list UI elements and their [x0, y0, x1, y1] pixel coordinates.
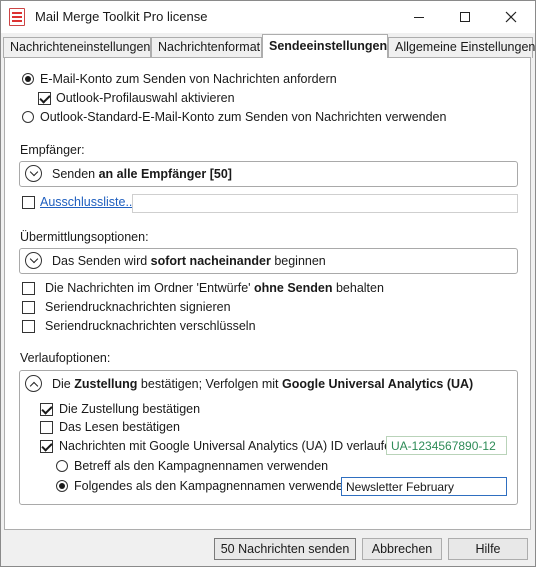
window-title: Mail Merge Toolkit Pro license	[35, 9, 208, 24]
delivery-summary-prefix: Das Senden wird	[52, 254, 151, 268]
maximize-icon	[460, 12, 470, 22]
profile-selection-checkbox[interactable]	[38, 92, 51, 105]
exclude-list-field[interactable]	[132, 194, 518, 213]
recipients-expand-button[interactable]	[25, 165, 42, 182]
close-icon	[505, 11, 517, 23]
chevron-down-icon	[29, 254, 38, 263]
dialog-window: Mail Merge Toolkit Pro license Nachricht…	[0, 0, 536, 567]
app-icon	[9, 8, 25, 26]
confirm-read-label: Das Lesen bestätigen	[59, 420, 180, 434]
tracking-heading: Verlaufoptionen:	[20, 351, 111, 365]
exclude-list-link[interactable]: Ausschlussliste...	[40, 195, 136, 209]
help-button[interactable]: Hilfe	[448, 538, 528, 560]
recipients-summary: Senden an alle Empfänger [50]	[52, 167, 232, 181]
cancel-button[interactable]: Abbrechen	[362, 538, 442, 560]
recipients-summary-prefix: Senden	[52, 167, 99, 181]
campaign-custom-radio[interactable]	[56, 480, 68, 492]
minimize-icon	[414, 16, 424, 18]
delivery-summary-suffix: beginnen	[270, 254, 326, 268]
tab-allgemeine-einstellungen[interactable]: Allgemeine Einstellungen	[388, 37, 535, 58]
tracking-summary-b1: Zustellung	[74, 377, 138, 391]
tracking-summary-b2: Google Universal Analytics (UA)	[281, 377, 474, 391]
keep-drafts-label: Die Nachrichten im Ordner 'Entwürfe' ohn…	[45, 281, 384, 295]
exclude-list-checkbox[interactable]	[22, 196, 35, 209]
delivery-heading: Übermittlungsoptionen:	[20, 230, 149, 244]
recipients-heading: Empfänger:	[20, 143, 85, 157]
campaign-custom-label: Folgendes als den Kampagnennamen verwend…	[74, 479, 354, 493]
maximize-button[interactable]	[442, 1, 488, 33]
send-messages-button[interactable]: 50 Nachrichten senden	[214, 538, 356, 560]
campaign-subject-radio[interactable]	[56, 460, 68, 472]
sign-label: Seriendrucknachrichten signieren	[45, 300, 231, 314]
default-account-radio[interactable]	[22, 111, 34, 123]
delivery-expand-button[interactable]	[25, 252, 42, 269]
sign-checkbox[interactable]	[22, 301, 35, 314]
tab-sendeeinstellungen[interactable]: Sendeeinstellungen	[262, 34, 388, 58]
tracking-collapse-button[interactable]	[25, 375, 42, 392]
default-account-label: Outlook-Standard-E-Mail-Konto zum Senden…	[40, 110, 447, 124]
profile-selection-label: Outlook-Profilauswahl aktivieren	[56, 91, 235, 105]
tracking-summary-p2: bestätigen; Verfolgen mit	[137, 377, 282, 391]
confirm-read-checkbox[interactable]	[40, 421, 53, 434]
ga-tracking-label: Nachrichten mit Google Universal Analyti…	[59, 439, 399, 453]
keep-drafts-suffix: behalten	[332, 281, 384, 295]
close-button[interactable]	[488, 1, 534, 33]
tab-strip: Nachrichteneinstellungen Nachrichtenform…	[3, 34, 535, 58]
chevron-down-icon	[29, 167, 38, 176]
delivery-summary-bold: sofort nacheinander	[150, 254, 271, 268]
request-account-radio[interactable]	[22, 73, 34, 85]
chevron-up-icon	[29, 381, 38, 390]
ga-tracking-checkbox[interactable]	[40, 440, 53, 453]
tracking-summary: Die Zustellung bestätigen; Verfolgen mit…	[52, 377, 473, 391]
tracking-summary-p1: Die	[52, 377, 75, 391]
title-bar: Mail Merge Toolkit Pro license	[1, 1, 535, 33]
encrypt-checkbox[interactable]	[22, 320, 35, 333]
keep-drafts-prefix: Die Nachrichten im Ordner 'Entwürfe'	[45, 281, 255, 295]
minimize-button[interactable]	[396, 1, 442, 33]
encrypt-label: Seriendrucknachrichten verschlüsseln	[45, 319, 256, 333]
confirm-delivery-checkbox[interactable]	[40, 403, 53, 416]
tab-nachrichtenformat[interactable]: Nachrichtenformat	[151, 37, 262, 58]
tab-nachrichteneinstellungen[interactable]: Nachrichteneinstellungen	[3, 37, 151, 58]
confirm-delivery-label: Die Zustellung bestätigen	[59, 402, 201, 416]
campaign-name-field[interactable]: Newsletter February	[341, 477, 507, 496]
recipients-summary-bold: an alle Empfänger [50]	[98, 167, 232, 181]
delivery-summary: Das Senden wird sofort nacheinander begi…	[52, 254, 326, 268]
campaign-subject-label: Betreff als den Kampagnennamen verwenden	[74, 459, 329, 473]
request-account-label: E-Mail-Konto zum Senden von Nachrichten …	[40, 72, 337, 86]
keep-drafts-checkbox[interactable]	[22, 282, 35, 295]
keep-drafts-bold: ohne Senden	[254, 281, 333, 295]
ga-id-field[interactable]: UA-1234567890-12	[386, 436, 507, 455]
